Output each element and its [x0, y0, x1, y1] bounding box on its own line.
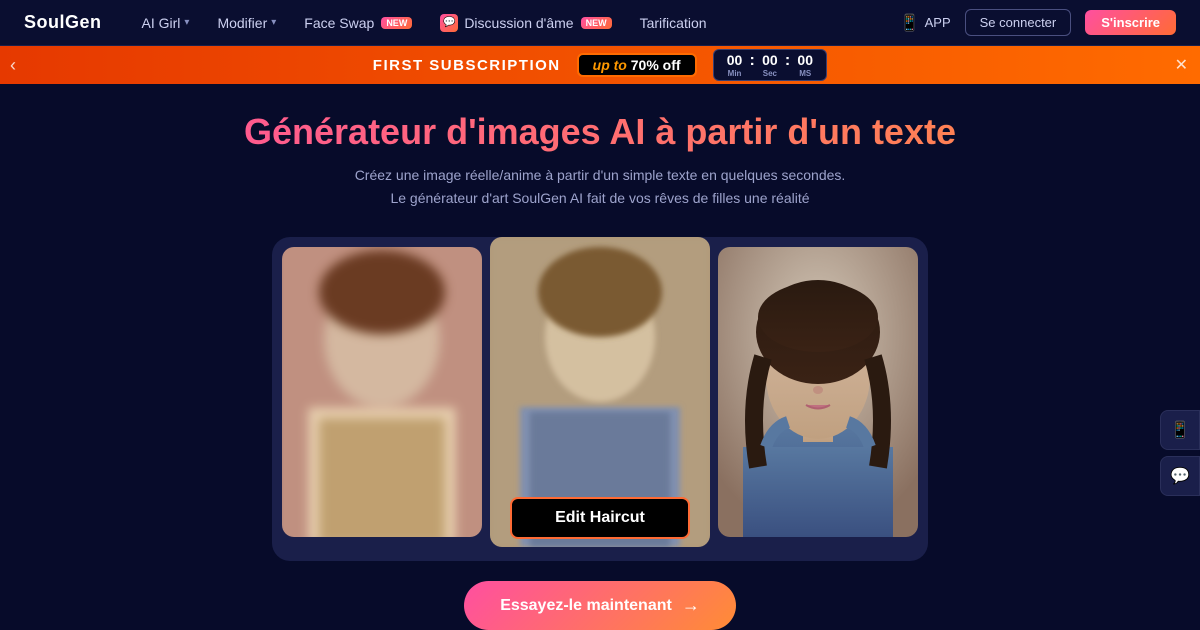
nav-right: 📱 APP Se connecter S'inscrire — [900, 9, 1176, 36]
chat-side-button[interactable]: 💬 — [1160, 456, 1200, 496]
chevron-down-icon: ▾ — [184, 17, 189, 28]
nav-item-tarification[interactable]: Tarification — [640, 15, 707, 31]
cta-container: Essayez-le maintenant → — [0, 581, 1200, 630]
logo[interactable]: SoulGen — [24, 12, 102, 33]
promo-close-button[interactable]: ✕ — [1175, 55, 1188, 75]
navbar: SoulGen AI Girl ▾ Modifier ▾ Face Swap N… — [0, 0, 1200, 46]
edit-btn-container: Edit Haircut — [510, 497, 690, 539]
image-placeholder — [282, 247, 482, 537]
try-now-button[interactable]: Essayez-le maintenant → — [464, 581, 736, 630]
gallery-image-right — [718, 247, 918, 537]
signup-button[interactable]: S'inscrire — [1085, 10, 1176, 35]
timer-separator: : — [750, 52, 755, 78]
timer-minutes: 00 Min — [724, 52, 746, 78]
app-side-button[interactable]: 📱 — [1160, 410, 1200, 450]
timer-ms: 00 MS — [794, 52, 816, 78]
nav-item-aigirl[interactable]: AI Girl ▾ — [142, 15, 190, 31]
promo-prev-arrow[interactable]: ‹ — [10, 55, 16, 76]
promo-discount: up to 70% off — [577, 53, 697, 77]
app-button[interactable]: 📱 APP — [900, 13, 951, 33]
nav-links: AI Girl ▾ Modifier ▾ Face Swap NEW 💬 Dis… — [142, 14, 900, 32]
gallery-image-left — [282, 247, 482, 537]
soul-icon: 💬 — [440, 14, 458, 32]
nav-item-discussion[interactable]: 💬 Discussion d'âme NEW — [440, 14, 611, 32]
promo-timer: 00 Min : 00 Sec : 00 MS — [713, 49, 828, 81]
phone-icon: 📱 — [1170, 420, 1190, 440]
hero-subtitle-line2: Le générateur d'art SoulGen AI fait de v… — [24, 187, 1176, 211]
new-badge: NEW — [381, 17, 412, 29]
hero-section: Générateur d'images AI à partir d'un tex… — [0, 84, 1200, 227]
cta-label: Essayez-le maintenant — [500, 597, 672, 615]
nav-item-modifier[interactable]: Modifier ▾ — [217, 15, 276, 31]
timer-separator: : — [785, 52, 790, 78]
timer-seconds: 00 Sec — [759, 52, 781, 78]
promo-banner: ‹ FIRST SUBSCRIPTION up to 70% off 00 Mi… — [0, 46, 1200, 84]
edit-haircut-button[interactable]: Edit Haircut — [510, 497, 690, 539]
hero-subtitle-line1: Créez une image réelle/anime à partir d'… — [24, 164, 1176, 188]
cta-arrow-icon: → — [682, 595, 700, 616]
gallery-card: Edit Haircut — [272, 237, 928, 561]
phone-icon: 📱 — [900, 13, 920, 33]
chevron-down-icon: ▾ — [271, 17, 276, 28]
hero-title: Générateur d'images AI à partir d'un tex… — [24, 112, 1176, 152]
nav-item-faceswap[interactable]: Face Swap NEW — [304, 15, 412, 31]
chat-icon: 💬 — [1170, 466, 1190, 486]
new-badge: NEW — [581, 17, 612, 29]
side-buttons: 📱 💬 — [1160, 410, 1200, 496]
gallery-section: Edit Haircut — [0, 237, 1200, 561]
login-button[interactable]: Se connecter — [965, 9, 1072, 36]
promo-label: FIRST SUBSCRIPTION — [373, 57, 561, 74]
